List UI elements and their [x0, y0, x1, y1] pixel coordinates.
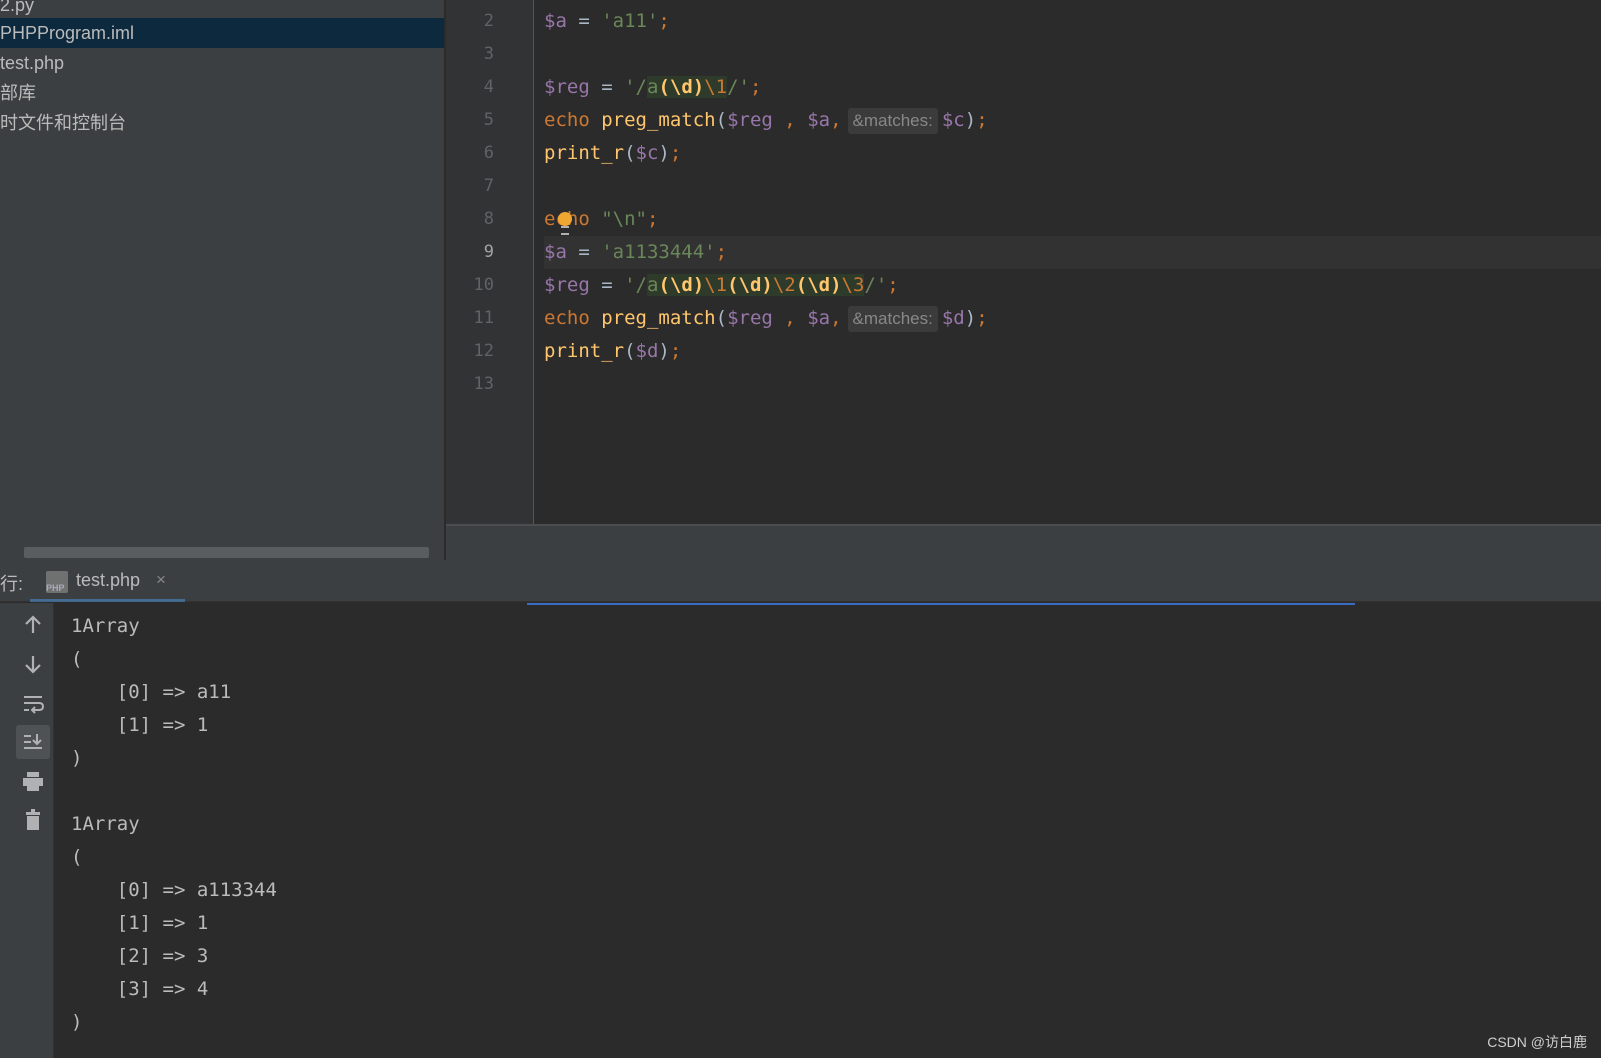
output-line: ) [71, 747, 83, 769]
output-line: [3] => 4 [71, 978, 209, 1000]
scroll-to-end-icon[interactable] [16, 725, 50, 759]
php-file-icon: PHP [46, 571, 68, 593]
line-number: 4 [483, 77, 494, 97]
arrow-down-icon[interactable] [16, 647, 50, 681]
project-item-scratches[interactable]: 时文件和控制台 [0, 108, 444, 138]
line-number: 12 [473, 341, 494, 361]
output-line: 1Array [71, 615, 140, 637]
line-number: 11 [473, 308, 494, 328]
run-toolbar [0, 603, 54, 1058]
print-icon[interactable] [16, 764, 50, 798]
run-tab-test-php[interactable]: PHP test.php × [30, 560, 185, 602]
project-item-label: test.php [0, 53, 65, 73]
project-item-external-libraries[interactable]: 部库 [0, 78, 444, 108]
console-separator [527, 603, 1355, 605]
code-line[interactable]: echo "\n"; [544, 203, 1601, 236]
code-line[interactable]: print_r($d); [544, 335, 1601, 368]
output-line: [1] => 1 [71, 714, 209, 736]
line-number: 3 [483, 44, 494, 64]
run-tab-label: test.php [76, 570, 141, 590]
output-line: [0] => a11 [71, 681, 232, 703]
console-output[interactable]: 1Array ( [0] => a11 [1] => 1 ) 1Array ( … [55, 603, 1601, 1058]
trash-icon[interactable] [16, 803, 50, 837]
parameter-hint: &matches: [847, 108, 938, 134]
line-number: 5 [483, 110, 494, 130]
line-number-current: 9 [483, 242, 494, 262]
line-number: 6 [483, 143, 494, 163]
php-icon-text: PHP [46, 583, 65, 593]
tab-underline [30, 599, 185, 602]
output-line: [2] => 3 [71, 945, 209, 967]
watermark: CSDN @访白鹿 [1487, 1034, 1587, 1050]
run-label: 行: [0, 574, 24, 594]
project-panel: 2.py PHPProgram.iml test.php 部库 时文件和控制台 [0, 0, 444, 560]
code-line[interactable]: $reg = '/a(\d)\1(\d)\2(\d)\3/'; [544, 269, 1601, 302]
editor-status-strip [446, 524, 1601, 560]
code-line[interactable]: echo preg_match($reg , $a, &matches: $d); [544, 302, 1601, 335]
run-toolwindow-header: 行: PHP test.php × [0, 560, 1601, 602]
project-item-phpprogram-iml[interactable]: PHPProgram.iml [0, 18, 444, 48]
soft-wrap-icon[interactable] [16, 686, 50, 720]
close-icon[interactable]: × [156, 570, 166, 590]
project-item-2-py[interactable]: 2.py [0, 0, 444, 20]
code-line[interactable]: echo preg_match($reg , $a, &matches: $c); [544, 104, 1601, 137]
output-line: ) [71, 1011, 83, 1033]
output-line: [1] => 1 [71, 912, 209, 934]
line-number: 8 [483, 209, 494, 229]
project-item-label: 部库 [0, 83, 36, 103]
arrow-up-icon[interactable] [16, 608, 50, 642]
project-item-test-php[interactable]: test.php [0, 48, 444, 78]
project-item-label: PHPProgram.iml [0, 23, 135, 43]
output-line: 1Array [71, 813, 140, 835]
output-line: ( [71, 648, 83, 670]
line-number: 10 [473, 275, 494, 295]
line-number: 7 [483, 176, 494, 196]
code-line-current[interactable]: $a = 'a1133444'; [544, 236, 1601, 269]
intention-bulb-icon[interactable] [558, 212, 572, 235]
project-item-label: 时文件和控制台 [0, 113, 126, 133]
line-number: 2 [483, 11, 494, 31]
output-line: ( [71, 846, 83, 868]
line-number: 13 [473, 374, 494, 394]
code-line[interactable]: $reg = '/a(\d)\1/'; [544, 71, 1601, 104]
output-line: [0] => a113344 [71, 879, 277, 901]
code-line[interactable]: $a = 'a11'; [544, 5, 1601, 38]
editor-gutter: 2 3 4 5 6 7 8 9 10 11 12 13 [446, 0, 534, 525]
project-item-label: 2.py [0, 0, 35, 15]
code-line[interactable]: print_r($c); [544, 137, 1601, 170]
code-editor[interactable]: 2 3 4 5 6 7 8 9 10 11 12 13 $a = 'a11'; … [446, 0, 1601, 525]
project-horizontal-scrollbar[interactable] [24, 547, 429, 558]
parameter-hint: &matches: [847, 306, 938, 332]
